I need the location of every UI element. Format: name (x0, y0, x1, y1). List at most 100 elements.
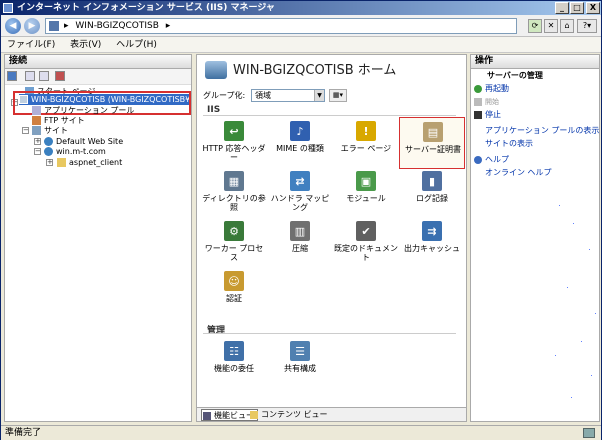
features-view-icon (203, 412, 211, 420)
menu-help[interactable]: ヘルプ(H) (110, 37, 163, 53)
ftp-icon (32, 116, 41, 125)
action-restart[interactable]: 再起動 (474, 84, 509, 94)
delete-icon[interactable] (39, 71, 49, 81)
globe-icon (44, 137, 53, 146)
feature-delegation-icon: ☷ (224, 341, 244, 361)
default-document-icon: ✔ (356, 221, 376, 241)
sites-collapse-icon[interactable]: − (22, 127, 29, 134)
close-button[interactable]: X (586, 2, 600, 14)
feature-authentication[interactable]: ☺ 認証 (201, 267, 267, 319)
view-mode-icon[interactable]: ▦▾ (329, 89, 347, 102)
feature-logging[interactable]: ▮ ログ記録 (399, 167, 465, 219)
authentication-icon: ☺ (224, 271, 244, 291)
group-by-select[interactable]: 領域 ▼ (251, 89, 325, 102)
chevron-down-icon: ▼ (314, 90, 324, 101)
address-box[interactable]: ▸ WIN-BGIZQCOTISB ▸ (45, 18, 517, 34)
home-icon[interactable]: ⌂ (560, 19, 574, 33)
save-icon[interactable] (25, 71, 35, 81)
connect-server-icon[interactable] (55, 71, 65, 81)
feature-default-document[interactable]: ✔ 既定のドキュメント (333, 217, 399, 269)
feature-server-certificates[interactable]: ▤ サーバー証明書 (399, 117, 465, 169)
default-site-expand-icon[interactable]: + (34, 138, 41, 145)
address-bar: ◀ ▶ ▸ WIN-BGIZQCOTISB ▸ ⟳ ✕ ⌂ ?▾ (1, 15, 601, 37)
help-dropdown-icon[interactable]: ?▾ (577, 19, 597, 33)
status-text: 準備完了 (5, 428, 42, 438)
feature-label: 圧縮 (292, 244, 308, 253)
manage-shared-config[interactable]: ☰ 共有構成 (267, 337, 333, 389)
connections-toolbar (5, 69, 191, 85)
server-icon (49, 21, 59, 31)
manage-server-heading: サーバーの管理 (487, 71, 543, 80)
app-pool-icon (32, 106, 41, 115)
view-tabs: 機能ビュー コンテンツ ビュー (197, 407, 466, 421)
logging-icon: ▮ (422, 171, 442, 191)
maximize-button[interactable]: □ (570, 2, 584, 14)
feature-error-pages[interactable]: ! エラー ページ (333, 117, 399, 169)
feature-label: 出力キャッシュ (404, 244, 460, 253)
feature-label: 機能の委任 (214, 364, 254, 373)
tab-content-view[interactable]: コンテンツ ビュー (249, 409, 328, 421)
action-stop[interactable]: 停止 (474, 110, 501, 120)
feature-http-headers[interactable]: ↩ HTTP 応答ヘッダー (201, 117, 267, 169)
handler-mappings-icon: ⇄ (290, 171, 310, 191)
directory-browsing-icon: ▦ (224, 171, 244, 191)
section-divider (203, 333, 456, 334)
globe-icon (44, 147, 53, 156)
feature-compression[interactable]: ▥ 圧縮 (267, 217, 333, 269)
forward-button[interactable]: ▶ (24, 18, 40, 34)
server-certificates-icon: ▤ (423, 122, 443, 142)
title-bar[interactable]: インターネット インフォメーション サービス (IIS) マネージャ (1, 1, 601, 15)
connect-icon[interactable] (7, 71, 17, 81)
worker-processes-icon: ⚙ (224, 221, 244, 241)
refresh-icon[interactable]: ⟳ (528, 19, 542, 33)
feature-mime-types[interactable]: ♪ MIME の種類 (267, 117, 333, 169)
action-view-sites[interactable]: サイトの表示 (485, 139, 533, 149)
start-icon (474, 98, 482, 106)
feature-label: HTTP 応答ヘッダー (202, 144, 266, 162)
page-title: WIN-BGIZQCOTISB ホーム (233, 63, 397, 78)
feature-label: 認証 (226, 294, 242, 303)
address-separator-icon: ▸ (64, 21, 69, 31)
menu-view[interactable]: 表示(V) (64, 37, 107, 53)
network-status-icon (583, 428, 595, 438)
action-start[interactable]: 開始 (474, 97, 499, 107)
section-divider (203, 115, 456, 116)
back-button[interactable]: ◀ (5, 18, 21, 34)
feature-modules[interactable]: ▣ モジュール (333, 167, 399, 219)
manage-feature-delegation[interactable]: ☷ 機能の委任 (201, 337, 267, 389)
feature-worker-processes[interactable]: ⚙ ワーカー プロセス (201, 217, 267, 269)
feature-directory-browsing[interactable]: ▦ ディレクトリの参照 (201, 167, 267, 219)
aspnet-expand-icon[interactable]: + (46, 159, 53, 166)
action-help[interactable]: ヘルプ (474, 155, 509, 165)
action-online-help[interactable]: オンライン ヘルプ (485, 168, 552, 178)
action-view-app-pools[interactable]: アプリケーション プールの表示 (485, 126, 599, 136)
group-by-label: グループ化: (203, 91, 246, 100)
stop-icon (474, 111, 482, 119)
minimize-button[interactable]: _ (555, 2, 569, 14)
address-trailing-arrow-icon: ▸ (165, 21, 171, 31)
output-cache-icon: ⇉ (422, 221, 442, 241)
folder-icon (57, 158, 66, 167)
restart-icon (474, 85, 482, 93)
compression-icon: ▥ (290, 221, 310, 241)
iis-manager-window: インターネット インフォメーション サービス (IIS) マネージャ _ □ X… (0, 0, 602, 440)
win-site-collapse-icon[interactable]: − (34, 148, 41, 155)
feature-label: ログ記録 (416, 194, 448, 203)
actions-panel: 操作 サーバーの管理 再起動 開始 停止 アプリケーション プールの表示 サイト… (470, 54, 600, 422)
stop-icon[interactable]: ✕ (544, 19, 558, 33)
feature-label: 共有構成 (284, 364, 316, 373)
status-bar: 準備完了 (1, 425, 601, 440)
main-panel: WIN-BGIZQCOTISB ホーム グループ化: 領域 ▼ ▦▾ IIS ↩… (196, 54, 467, 422)
actions-header: 操作 (471, 55, 599, 69)
feature-output-cache[interactable]: ⇉ 出力キャッシュ (399, 217, 465, 269)
feature-handler-mappings[interactable]: ⇄ ハンドラ マッピング (267, 167, 333, 219)
feature-label: サーバー証明書 (405, 145, 461, 154)
sites-folder-icon (32, 126, 41, 135)
iis-app-icon (3, 3, 13, 13)
shared-config-icon: ☰ (290, 341, 310, 361)
menu-file[interactable]: ファイル(F) (1, 37, 61, 53)
feature-label: 既定のドキュメント (334, 244, 398, 262)
modules-icon: ▣ (356, 171, 376, 191)
feature-label: MIME の種類 (276, 144, 324, 153)
address-path: WIN-BGIZQCOTISB (75, 21, 159, 31)
